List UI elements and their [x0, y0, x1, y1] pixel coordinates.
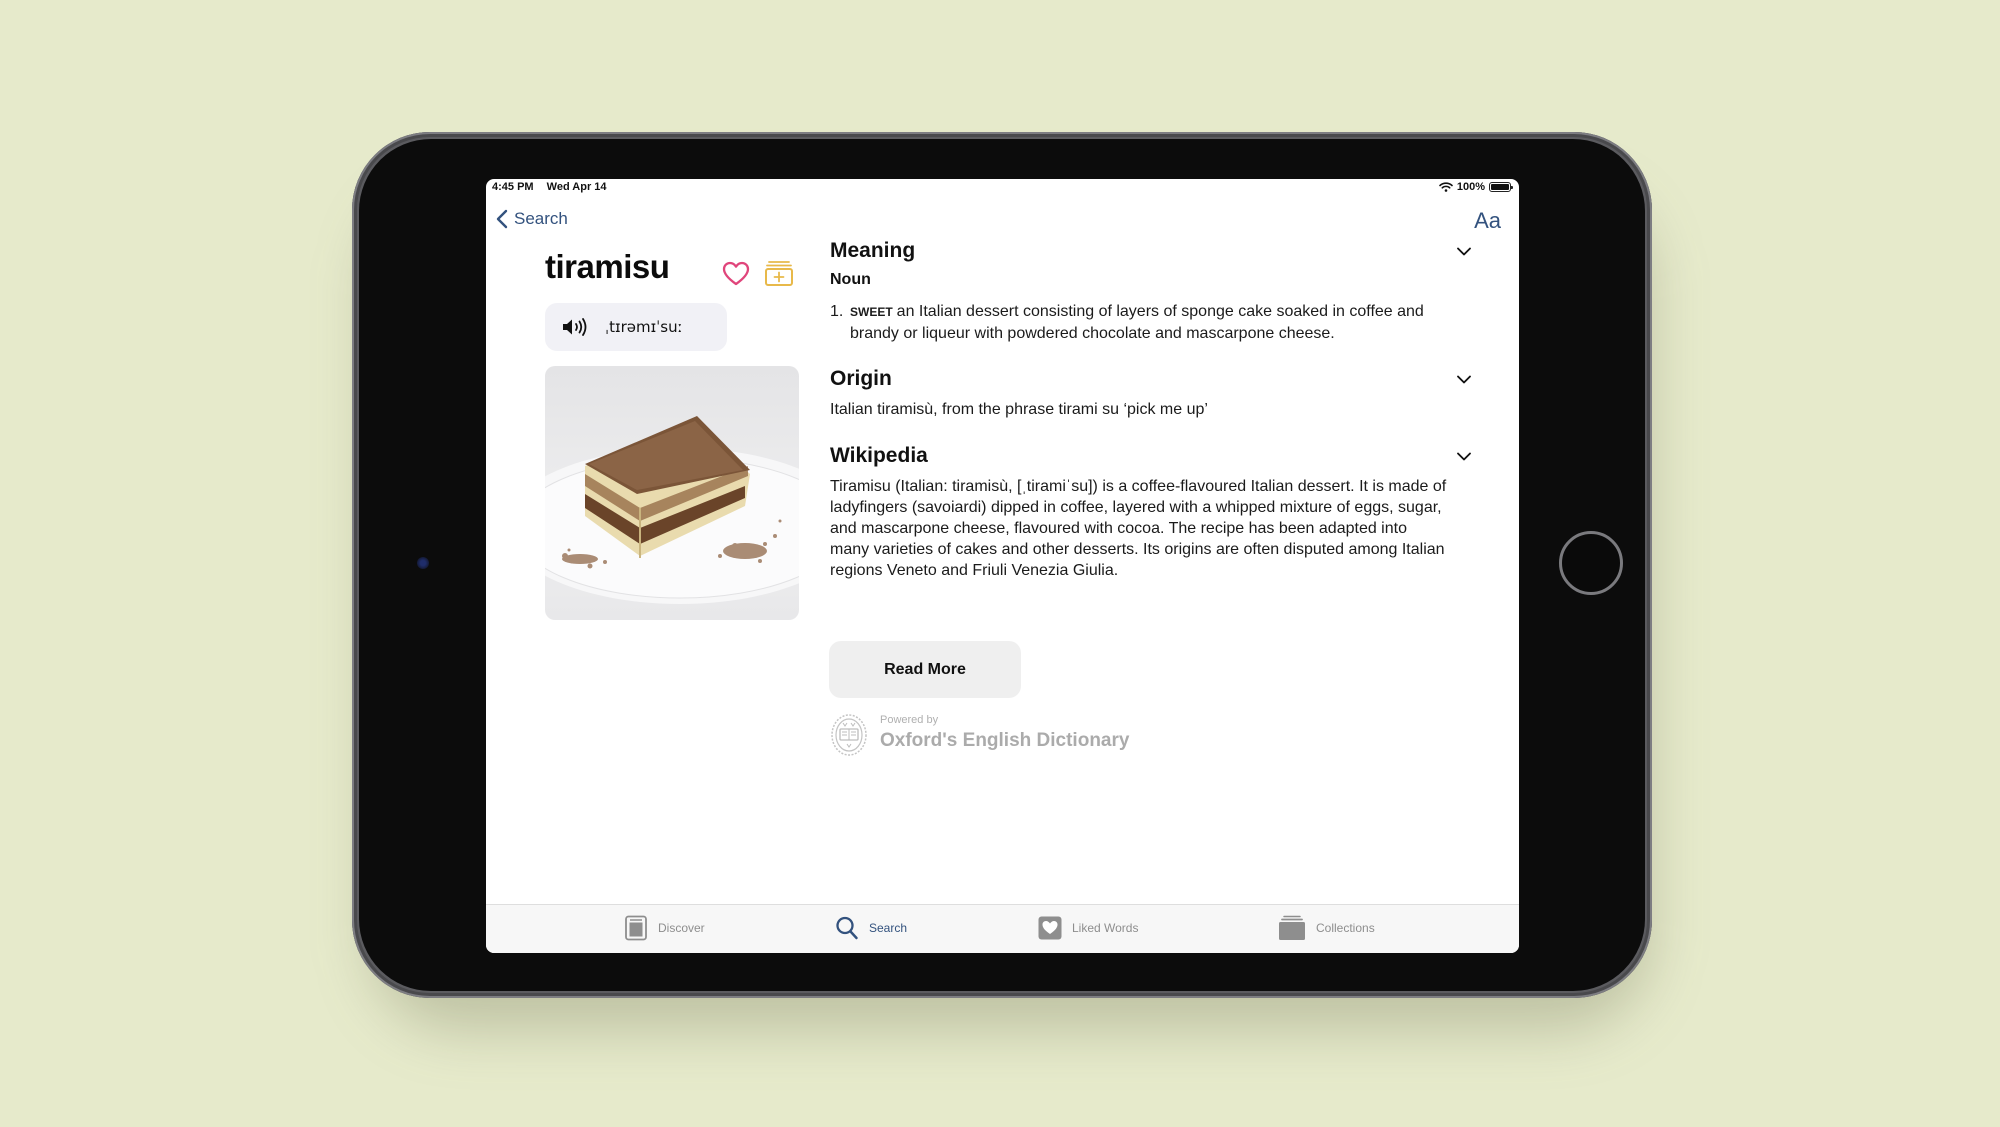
back-button[interactable]: Search — [496, 209, 568, 229]
powered-by-label: Powered by — [880, 714, 939, 726]
pronunciation-button[interactable]: ˌtɪrəmɪˈsuː — [545, 303, 727, 351]
tab-label: Search — [869, 921, 908, 935]
tab-search[interactable]: Search — [835, 915, 907, 941]
back-button-label: Search — [514, 209, 568, 228]
meaning-section: Meaning Noun 1. SWEET an Italian dessert … — [830, 239, 1471, 344]
oxford-crest-icon — [831, 714, 867, 756]
heart-icon — [722, 261, 750, 286]
definition-text-wrap: SWEET an Italian dessert consisting of la… — [850, 301, 1450, 344]
chevron-down-icon[interactable] — [1457, 375, 1471, 384]
status-right: 100% — [1439, 181, 1513, 193]
chevron-down-icon[interactable] — [1457, 452, 1471, 461]
speaker-icon — [563, 318, 587, 336]
wifi-icon — [1439, 182, 1453, 192]
tab-liked-words[interactable]: Liked Words — [1038, 915, 1138, 941]
status-bar: 4:45 PM Wed Apr 14 100% — [486, 179, 1519, 199]
origin-section: Origin Italian tiramisù, from the phrase… — [830, 367, 1471, 420]
part-of-speech: Noun — [830, 271, 871, 288]
add-to-collection-button[interactable] — [764, 259, 794, 287]
stack-icon — [1279, 915, 1305, 940]
read-more-button[interactable]: Read More — [829, 641, 1021, 698]
chevron-down-icon[interactable] — [1457, 247, 1471, 256]
attribution-text: Powered by Oxford's English Dictionary — [880, 713, 1129, 752]
meaning-section-title[interactable]: Meaning — [830, 239, 1450, 263]
definition-text: an Italian dessert consisting of layers … — [850, 303, 1424, 342]
like-button[interactable] — [722, 261, 750, 287]
definition-number: 1. — [830, 303, 844, 320]
folder-plus-icon — [765, 261, 793, 286]
battery-percent: 100% — [1456, 181, 1485, 193]
status-left: 4:45 PM Wed Apr 14 — [492, 181, 617, 193]
origin-section-title[interactable]: Origin — [830, 367, 1450, 391]
tiramisu-image — [545, 416, 799, 604]
tab-label: Liked Words — [1072, 921, 1139, 935]
pronunciation-text: ˌtɪrəmɪˈsuː — [605, 318, 683, 336]
tab-bar: Discover Search Liked Words Collections — [486, 904, 1519, 953]
word-image — [545, 366, 799, 620]
status-date: Wed Apr 14 — [546, 181, 607, 193]
origin-text: Italian tiramisù, from the phrase tirami… — [830, 401, 1208, 418]
wikipedia-text: Tiramisu (Italian: tiramisù, [ˌtiramiˈsu… — [830, 478, 1447, 579]
tab-collections[interactable]: Collections — [1278, 915, 1375, 941]
wikipedia-section: Wikipedia Tiramisu (Italian: tiramisù, [… — [830, 444, 1471, 581]
font-size-button[interactable]: Aa — [1474, 208, 1501, 234]
definition-item: 1. SWEET an Italian dessert consisting of… — [830, 301, 1450, 344]
tab-discover[interactable]: Discover — [624, 915, 705, 941]
tab-label: Collections — [1316, 921, 1375, 935]
app-screen: 4:45 PM Wed Apr 14 100% Search Aa tirami… — [486, 179, 1519, 953]
front-camera — [417, 557, 429, 569]
home-button[interactable] — [1559, 531, 1623, 595]
status-time: 4:45 PM — [492, 181, 534, 193]
definition-tag: SWEET — [850, 305, 893, 319]
search-icon — [836, 916, 858, 940]
battery-icon — [1489, 182, 1513, 192]
attribution-source: Oxford's English Dictionary — [880, 730, 1130, 751]
heart-square-icon — [1038, 916, 1062, 940]
attribution: Powered by Oxford's English Dictionary — [830, 713, 1129, 757]
definition-panel: Meaning Noun 1. SWEET an Italian dessert … — [830, 239, 1471, 581]
word-title: tiramisu — [545, 248, 670, 285]
book-icon — [625, 915, 647, 941]
tab-label: Discover — [658, 921, 705, 935]
chevron-left-icon — [496, 209, 508, 229]
wikipedia-section-title[interactable]: Wikipedia — [830, 444, 1450, 468]
